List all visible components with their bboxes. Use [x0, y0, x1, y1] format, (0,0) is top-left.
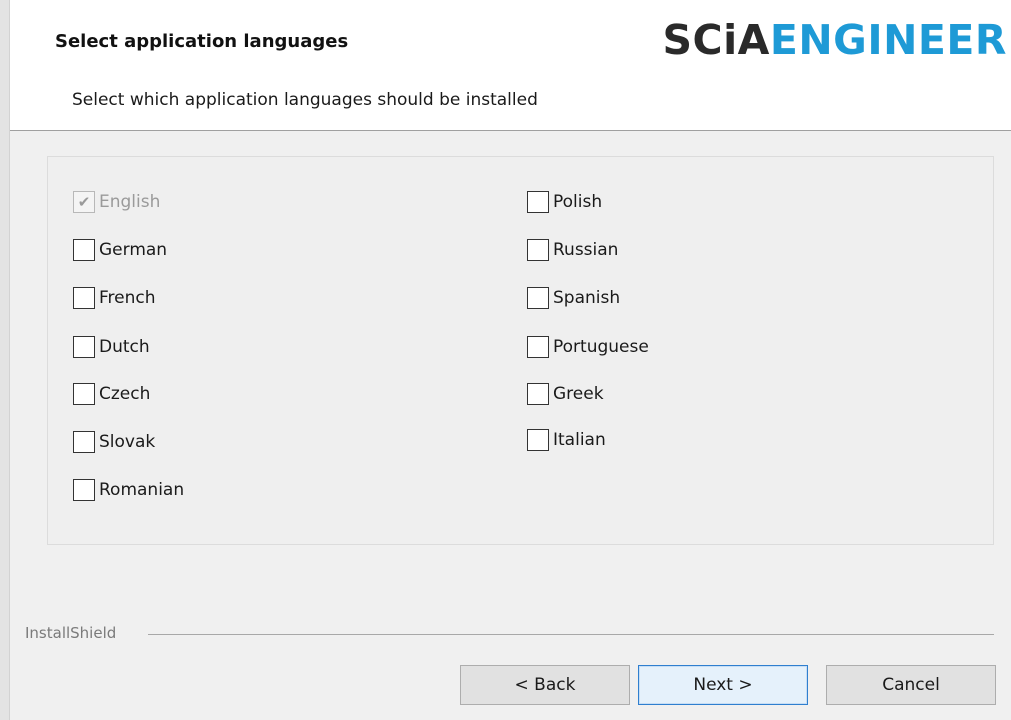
- scia-engineer-logo: SCiAENGINEER: [662, 20, 1007, 61]
- checkbox-slovak[interactable]: Slovak: [73, 429, 155, 455]
- checkbox-box: [73, 383, 95, 405]
- checkbox-italian[interactable]: Italian: [527, 427, 606, 453]
- logo-part-scia: SCiA: [662, 16, 770, 64]
- checkbox-box: [527, 383, 549, 405]
- wizard-header: Select application languages SCiAENGINEE…: [10, 0, 1011, 131]
- checkbox-label: Greek: [553, 384, 604, 404]
- checkbox-polish[interactable]: Polish: [527, 189, 602, 215]
- checkbox-label: German: [99, 240, 168, 260]
- checkbox-portuguese[interactable]: Portuguese: [527, 334, 649, 360]
- checkbox-label: English: [99, 192, 161, 212]
- checkbox-box: [73, 239, 95, 261]
- checkbox-label: Italian: [553, 430, 606, 450]
- checkbox-romanian[interactable]: Romanian: [73, 477, 184, 503]
- checkbox-box: [527, 429, 549, 451]
- checkbox-box: ✔: [73, 191, 95, 213]
- next-button[interactable]: Next >: [638, 665, 808, 705]
- checkbox-label: Spanish: [553, 288, 621, 308]
- checkbox-box: [73, 287, 95, 309]
- checkbox-czech[interactable]: Czech: [73, 381, 150, 407]
- checkbox-box: [527, 191, 549, 213]
- checkbox-label: Romanian: [99, 480, 185, 500]
- footer-divider: [148, 634, 994, 635]
- checkbox-box: [73, 431, 95, 453]
- checkbox-label: Polish: [553, 192, 603, 212]
- checkbox-label: Dutch: [99, 337, 150, 357]
- checkbox-box: [73, 336, 95, 358]
- cancel-button[interactable]: Cancel: [826, 665, 996, 705]
- checkbox-label: Slovak: [99, 432, 156, 452]
- checkbox-french[interactable]: French: [73, 285, 156, 311]
- checkbox-label: French: [99, 288, 156, 308]
- checkbox-greek[interactable]: Greek: [527, 381, 604, 407]
- checkbox-label: Portuguese: [553, 337, 649, 357]
- page-title: Select application languages: [55, 31, 349, 52]
- window-left-edge: [0, 0, 10, 720]
- language-options-group: ✔ English German French Dutch Czech Slov…: [47, 156, 994, 545]
- checkbox-box: [527, 336, 549, 358]
- checkbox-dutch[interactable]: Dutch: [73, 334, 150, 360]
- page-subtitle: Select which application languages shoul…: [72, 90, 538, 110]
- checkmark-icon: ✔: [77, 192, 91, 211]
- checkbox-label: Czech: [99, 384, 151, 404]
- checkbox-box: [527, 287, 549, 309]
- logo-part-engineer: ENGINEER: [769, 16, 1007, 64]
- checkbox-label: Russian: [553, 240, 619, 260]
- checkbox-box: [527, 239, 549, 261]
- back-button[interactable]: < Back: [460, 665, 630, 705]
- installshield-brand: InstallShield: [25, 624, 117, 642]
- checkbox-russian[interactable]: Russian: [527, 237, 618, 263]
- checkbox-english[interactable]: ✔ English: [73, 189, 160, 215]
- checkbox-spanish[interactable]: Spanish: [527, 285, 620, 311]
- checkbox-german[interactable]: German: [73, 237, 167, 263]
- checkbox-box: [73, 479, 95, 501]
